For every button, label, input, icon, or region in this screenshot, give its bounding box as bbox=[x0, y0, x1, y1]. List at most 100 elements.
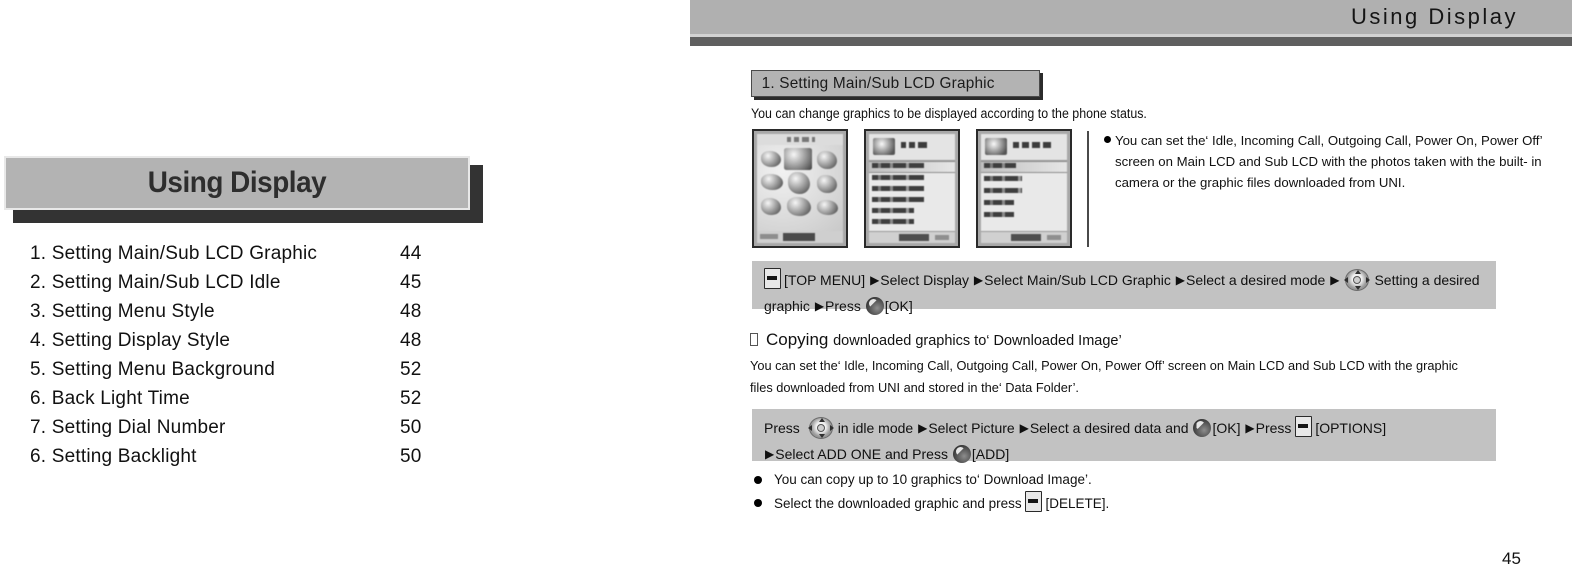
copy-heading-sub: downloaded graphics to‘ Downloaded Image… bbox=[833, 333, 1122, 349]
toc-entry-page: 45 bbox=[400, 272, 422, 293]
note-item: You can copy up to 10 graphics to‘ Downl… bbox=[752, 468, 1352, 491]
toc-entry[interactable]: 1. Setting Main/Sub LCD Graphic 44 bbox=[30, 243, 450, 272]
step-text: Press bbox=[1255, 420, 1292, 436]
phone-screenshot-list-menu-1 bbox=[864, 129, 960, 248]
page-number: 45 bbox=[1502, 549, 1521, 568]
ok-button-icon bbox=[865, 297, 884, 315]
step-text: [OK] bbox=[884, 298, 913, 314]
step-text: Select ADD ONE and Press bbox=[775, 446, 948, 462]
graphic-note: You can set the‘ Idle, Incoming Call, Ou… bbox=[1104, 130, 1544, 193]
chapter-title: Using Display bbox=[4, 156, 483, 223]
arrow-right-icon: ▶ bbox=[1330, 273, 1340, 287]
note-item: Select the downloaded graphic and press … bbox=[752, 491, 1352, 514]
toc-entry[interactable]: 6. Back Light Time 52 bbox=[30, 388, 450, 417]
step-instruction-box-2: Press in idle mode ▶Select Picture ▶Sele… bbox=[752, 409, 1496, 463]
step-text: [OK] bbox=[1212, 420, 1241, 436]
bottom-notes: You can copy up to 10 graphics to‘ Downl… bbox=[752, 468, 1352, 514]
chapter-title-label: Using Display bbox=[147, 166, 327, 199]
note-text: You can copy up to 10 graphics to‘ Downl… bbox=[774, 472, 1092, 487]
toc-entry[interactable]: 6. Setting Backlight 50 bbox=[30, 446, 450, 475]
copy-section-heading: Copying downloaded graphics to‘ Download… bbox=[750, 330, 1122, 350]
phone-screen bbox=[869, 134, 955, 243]
running-header-bar: Using Display bbox=[690, 0, 1572, 34]
phone-title-thumbnail bbox=[873, 138, 895, 155]
section-intro-text: You can change graphics to be displayed … bbox=[751, 106, 1147, 121]
step-text: Select Main/Sub LCD Graphic bbox=[984, 272, 1171, 288]
copy-section-body: You can set the‘ Idle, Incoming Call, Ou… bbox=[750, 358, 1458, 395]
header-rule-dark bbox=[690, 37, 1572, 46]
graphic-note-text: You can set the‘ Idle, Incoming Call, Ou… bbox=[1115, 133, 1543, 190]
step-instruction-box-1: [TOP MENU] ▶Select Display ▶Select Main/… bbox=[752, 261, 1496, 315]
phone-titlebar bbox=[869, 134, 955, 161]
phone-screenshot-list-menu-2 bbox=[976, 129, 1072, 248]
toc-entry-page: 48 bbox=[400, 301, 422, 322]
phone-softkey-bar bbox=[981, 231, 1067, 243]
softkey-button-icon bbox=[1295, 416, 1313, 437]
toc-entry-page: 52 bbox=[400, 359, 422, 380]
toc-entry[interactable]: 4. Setting Display Style 48 bbox=[30, 330, 450, 359]
toc-entry-page: 44 bbox=[400, 243, 422, 264]
arrow-right-icon: ▶ bbox=[870, 273, 880, 287]
section-heading: 1. Setting Main/Sub LCD Graphic bbox=[751, 70, 1051, 100]
toc-entry-page: 48 bbox=[400, 330, 422, 351]
toc-entry-label: 6. Setting Backlight bbox=[30, 446, 197, 467]
phone-title-caption bbox=[901, 142, 927, 148]
arrow-right-icon: ▶ bbox=[918, 421, 928, 435]
step-text: Select a desired mode bbox=[1186, 272, 1326, 288]
toc-entry-page: 50 bbox=[400, 446, 422, 467]
phone-icon-grid bbox=[757, 145, 843, 231]
arrow-right-icon: ▶ bbox=[1175, 273, 1186, 287]
ok-button-icon bbox=[952, 445, 971, 463]
step-text: Select Display bbox=[880, 272, 969, 288]
step-text: [OPTIONS] bbox=[1315, 420, 1387, 436]
toc-entry-label: 4. Setting Display Style bbox=[30, 330, 231, 351]
toc-entry[interactable]: 3. Setting Menu Style 48 bbox=[30, 301, 450, 330]
toc-entry[interactable]: 7. Setting Dial Number 50 bbox=[30, 417, 450, 446]
toc-entry-page: 52 bbox=[400, 388, 422, 409]
phone-titlebar bbox=[757, 134, 843, 145]
step-text: in idle mode bbox=[837, 420, 914, 436]
copy-heading-main: Copying bbox=[766, 330, 829, 349]
toc-entry-label: 7. Setting Dial Number bbox=[30, 417, 226, 438]
step-text: [TOP MENU] bbox=[784, 272, 866, 288]
section-heading-label: 1. Setting Main/Sub LCD Graphic bbox=[761, 74, 995, 92]
missing-glyph-icon bbox=[750, 333, 758, 346]
toc-entry-label: 6. Back Light Time bbox=[30, 388, 190, 409]
step-text: [ADD] bbox=[971, 446, 1010, 462]
step-text: Press bbox=[825, 298, 861, 314]
phone-screenshot-main-menu bbox=[752, 129, 848, 248]
bullet-icon bbox=[754, 476, 762, 484]
toc-entry-label: 5. Setting Menu Background bbox=[30, 359, 275, 380]
arrow-right-icon: ▶ bbox=[1245, 421, 1255, 435]
step-text: Select a desired data and bbox=[1029, 420, 1189, 436]
phone-screen bbox=[981, 134, 1067, 243]
left-page: Using Display 1. Setting Main/Sub LCD Gr… bbox=[0, 0, 690, 578]
toc-entry[interactable]: 5. Setting Menu Background 52 bbox=[30, 359, 450, 388]
arrow-right-icon: ▶ bbox=[814, 299, 825, 313]
phone-title-caption bbox=[1013, 142, 1051, 148]
phone-screen bbox=[757, 134, 843, 243]
vertical-divider bbox=[1087, 131, 1089, 247]
arrow-right-icon: ▶ bbox=[1019, 421, 1029, 435]
arrow-right-icon: ▶ bbox=[765, 447, 775, 461]
phone-softkey-bar bbox=[869, 231, 955, 243]
toc-entry-page: 50 bbox=[400, 417, 422, 438]
note-text: [DELETE]. bbox=[1045, 496, 1110, 511]
toc-entry-label: 1. Setting Main/Sub LCD Graphic bbox=[30, 243, 318, 264]
note-text: Select the downloaded graphic and press bbox=[774, 496, 1022, 511]
toc-entry-label: 3. Setting Menu Style bbox=[30, 301, 215, 322]
step-text: Select Picture bbox=[928, 420, 1015, 436]
ok-button-icon bbox=[1193, 419, 1212, 437]
chapter-title-box: Using Display bbox=[4, 156, 470, 210]
softkey-button-icon bbox=[764, 268, 781, 289]
toc-entry-label: 2. Setting Main/Sub LCD Idle bbox=[30, 272, 281, 293]
phone-softkey-bar bbox=[757, 231, 843, 243]
bullet-icon bbox=[754, 499, 762, 507]
running-header-label: Using Display bbox=[1351, 4, 1518, 29]
softkey-button-icon bbox=[1025, 491, 1043, 512]
bullet-icon bbox=[1104, 136, 1111, 143]
navigation-pad-icon bbox=[806, 417, 836, 439]
section-heading-box: 1. Setting Main/Sub LCD Graphic bbox=[751, 70, 1040, 97]
phone-titlebar bbox=[981, 134, 1067, 161]
toc-entry[interactable]: 2. Setting Main/Sub LCD Idle 45 bbox=[30, 272, 450, 301]
